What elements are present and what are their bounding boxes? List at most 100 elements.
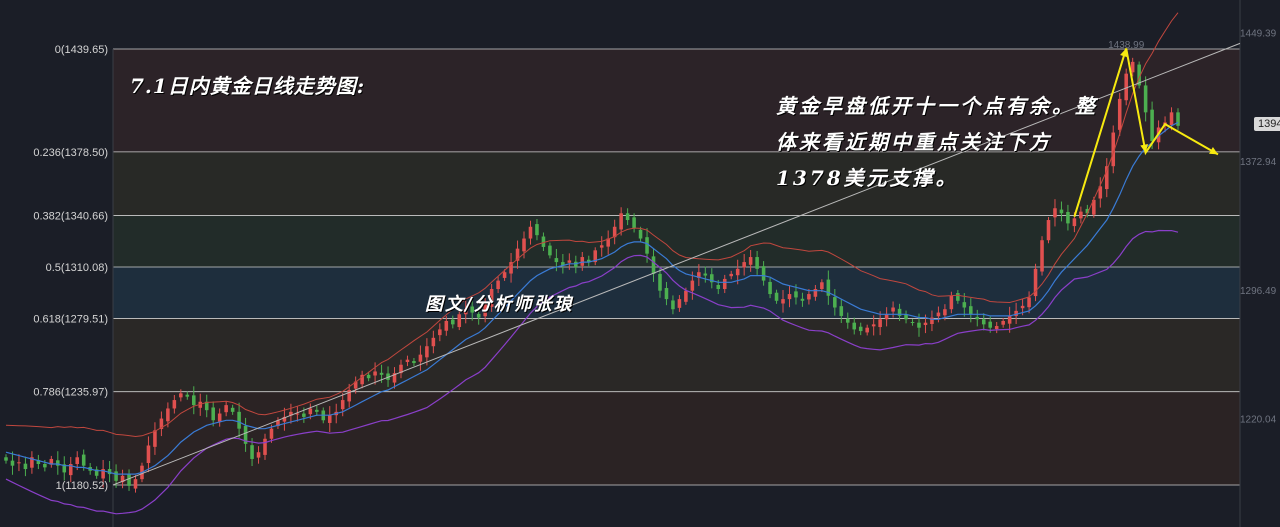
candle-body <box>1020 305 1025 309</box>
candle-body <box>735 268 740 276</box>
candle-body <box>1007 315 1012 324</box>
candle-body <box>230 407 235 412</box>
candle-body <box>75 457 80 465</box>
candle-body <box>373 371 377 376</box>
candle-body <box>891 307 895 312</box>
analysis-note: 黄金早盘低开十一个点有余。整体来看近期中重点关注下方1378美元支撑。 <box>776 94 1098 190</box>
fib-label: 0.236(1378.50) <box>33 147 108 159</box>
price-axis-label: 1449.39 <box>1240 29 1277 40</box>
candle-body <box>975 316 980 320</box>
candle-body <box>1176 112 1180 126</box>
candle-body <box>988 321 993 328</box>
candle-body <box>17 462 21 464</box>
candle-body <box>956 293 960 301</box>
candle-body <box>768 281 772 295</box>
candle-body <box>535 224 539 236</box>
candle-body <box>1027 297 1031 308</box>
candle-body <box>729 273 733 277</box>
candle-body <box>191 395 196 406</box>
candle-body <box>910 321 915 323</box>
candle-body <box>256 452 261 458</box>
candle-body <box>1053 208 1057 218</box>
fib-band <box>113 215 1240 268</box>
candle-body <box>761 266 766 281</box>
candle-body <box>917 322 921 328</box>
candle-body <box>845 318 850 323</box>
candle-body <box>153 430 157 447</box>
candle-body <box>716 284 721 290</box>
candle-body <box>431 337 436 347</box>
candle-body <box>1040 240 1044 272</box>
high-marker-label: 1438.99 <box>1108 40 1145 51</box>
candle-body <box>949 295 954 310</box>
candle-body <box>638 229 643 239</box>
price-axis-label: 1296.49 <box>1240 286 1277 297</box>
candle-body <box>671 300 675 310</box>
candle-body <box>904 314 908 320</box>
candle-body <box>340 400 345 410</box>
candle-body <box>81 454 86 466</box>
candle-body <box>327 415 332 423</box>
candle-body <box>23 463 28 470</box>
candle-body <box>127 474 131 486</box>
candle-body <box>179 393 183 398</box>
candle-body <box>496 280 500 290</box>
candle-body <box>755 257 759 269</box>
candle-body <box>412 361 416 364</box>
fib-band <box>113 391 1240 485</box>
candle-body <box>787 294 792 300</box>
fib-label: 0.786(1235.97) <box>33 387 108 399</box>
candle-body <box>722 278 727 290</box>
candle-body <box>444 320 449 331</box>
candle-body <box>522 238 526 252</box>
candle-body <box>43 464 47 468</box>
candle-body <box>625 213 630 221</box>
candle-body <box>263 438 267 455</box>
candle-body <box>619 213 623 230</box>
candle-body <box>237 411 241 429</box>
candle-body <box>936 312 941 317</box>
candle-body <box>146 445 151 463</box>
candle-body <box>943 309 947 316</box>
candle-body <box>1150 109 1154 141</box>
candle-body <box>1001 320 1005 325</box>
candle-body <box>574 261 578 268</box>
candle-body <box>1046 220 1051 241</box>
candle-body <box>807 294 811 300</box>
candle-body <box>677 299 682 308</box>
candle-body <box>1072 218 1077 227</box>
current-price-tag: 1394.51 <box>1254 116 1280 131</box>
author-watermark: 图文/分析师张琅 <box>425 294 574 315</box>
candle-body <box>554 258 559 263</box>
candle-body <box>379 372 384 375</box>
candle-body <box>794 291 798 298</box>
candle-body <box>1143 85 1148 113</box>
candle-body <box>114 471 118 481</box>
candle-body <box>884 314 889 320</box>
candle-body <box>820 282 824 290</box>
candle-body <box>133 479 138 489</box>
candle-body <box>1169 112 1174 126</box>
candle-body <box>1079 211 1083 219</box>
candle-body <box>748 257 753 265</box>
candle-body <box>871 324 876 327</box>
candle-body <box>658 273 662 291</box>
candle-body <box>172 400 177 409</box>
candle-body <box>1117 98 1122 130</box>
candle-body <box>528 226 533 239</box>
candle-body <box>923 322 928 326</box>
candle-body <box>852 322 857 330</box>
candle-body <box>684 290 688 302</box>
price-axis-label: 1372.94 <box>1240 157 1277 168</box>
candle-body <box>250 445 254 459</box>
fib-label: 1(1180.52) <box>56 480 108 492</box>
fib-label: 0.618(1279.51) <box>33 313 108 325</box>
candle-body <box>800 298 805 301</box>
candle-body <box>308 408 313 415</box>
candle-body <box>632 217 636 229</box>
candle-body <box>690 280 695 291</box>
candle-body <box>438 329 442 336</box>
candle-body <box>865 327 869 333</box>
candle-body <box>981 319 986 325</box>
candle-body <box>645 237 649 254</box>
